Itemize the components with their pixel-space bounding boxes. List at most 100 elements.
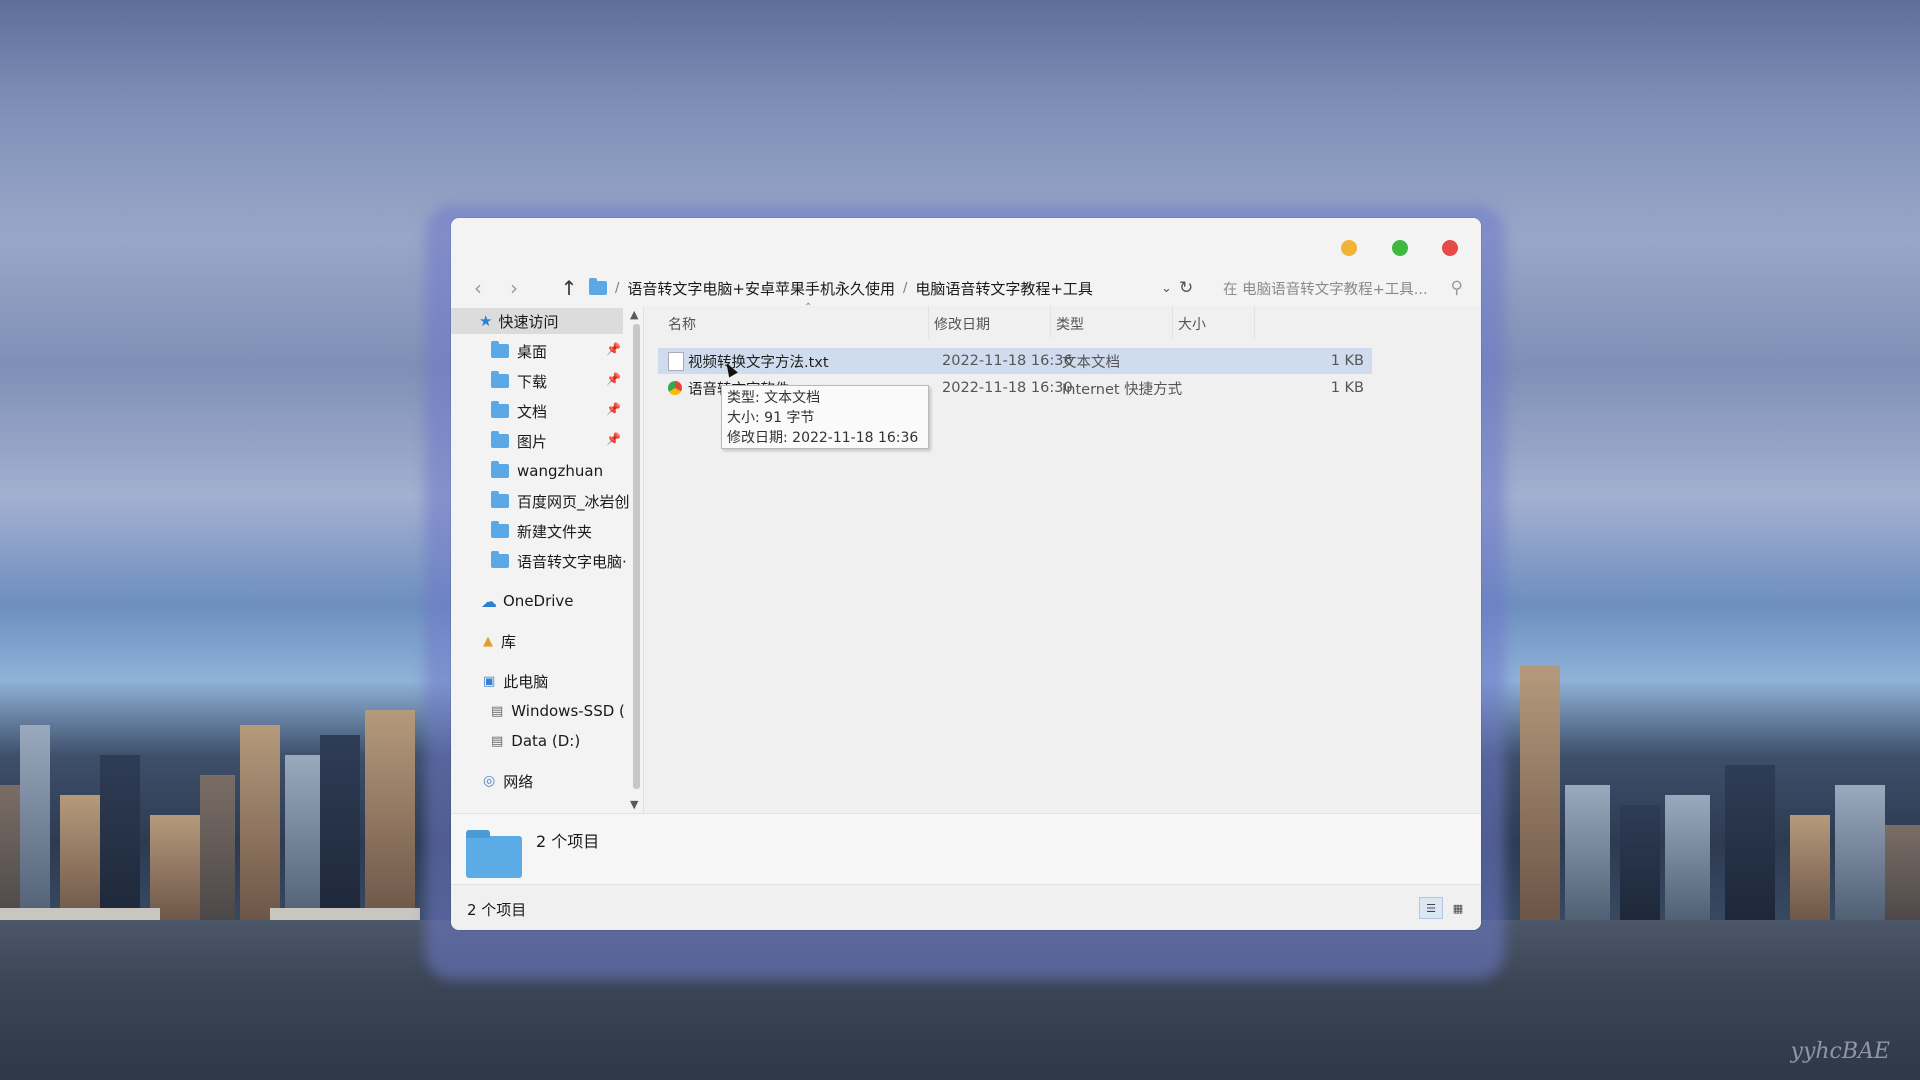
column-name[interactable]: 名称: [668, 314, 696, 334]
navigation-bar: ‹ › ↑ / 语音转文字电脑+安卓苹果手机永久使用 / 电脑语音转文字教程+工…: [451, 270, 1481, 306]
sidebar-item-documents[interactable]: 文档: [491, 398, 547, 424]
drive-icon: ▤: [491, 733, 504, 749]
breadcrumb[interactable]: / 语音转文字电脑+安卓苹果手机永久使用 / 电脑语音转文字教程+工具: [589, 278, 1093, 299]
folder-icon: [491, 371, 509, 388]
sidebar-item-label: 网络: [503, 772, 534, 791]
minimize-button[interactable]: [1341, 240, 1357, 256]
chevron-down-icon[interactable]: ⌄: [1161, 281, 1172, 296]
forward-arrow-icon[interactable]: ›: [499, 273, 529, 303]
sidebar-item-downloads[interactable]: 下载: [491, 368, 547, 394]
sidebar-item-label: Windows-SSD (: [511, 702, 625, 720]
star-icon: ★: [479, 312, 493, 330]
sidebar-item-this-pc[interactable]: ▣ 此电脑: [483, 668, 548, 694]
sort-caret-icon: ⌃: [804, 302, 813, 313]
sidebar-item-label: wangzhuan: [517, 462, 604, 480]
column-divider[interactable]: [1050, 306, 1051, 338]
folder-icon: [589, 278, 607, 295]
pin-icon: 📌: [606, 432, 621, 446]
computer-icon: ▣: [483, 673, 496, 689]
sidebar-item-network[interactable]: ◎ 网络: [483, 768, 533, 794]
back-arrow-icon[interactable]: ‹: [463, 273, 493, 303]
breadcrumb-item[interactable]: 电脑语音转文字教程+工具: [915, 278, 1093, 299]
status-bar: 2 个项目 ☰ ▦: [451, 884, 1481, 930]
sidebar-item-wangzhuan[interactable]: wangzhuan: [491, 458, 629, 484]
title-bar[interactable]: [451, 218, 1481, 270]
library-icon: ▲: [483, 633, 493, 649]
sidebar-item-label: 新建文件夹: [517, 522, 593, 541]
sidebar-item-label: 图片: [517, 432, 548, 451]
sidebar-item-new-folder[interactable]: 新建文件夹: [491, 518, 629, 544]
refresh-icon[interactable]: ↻: [1179, 278, 1193, 298]
folder-icon: [466, 830, 522, 878]
tooltip-type: 类型: 文本文档: [727, 390, 821, 406]
sidebar-item-label: 桌面: [517, 342, 548, 361]
file-tooltip: 类型: 文本文档 大小: 91 字节 修改日期: 2022-11-18 16:3…: [721, 385, 929, 449]
sidebar-item-label: 此电脑: [503, 672, 549, 691]
folder-icon: [491, 521, 509, 538]
search-icon[interactable]: ⚲: [1451, 278, 1463, 298]
drive-icon: ▤: [491, 703, 504, 719]
column-type[interactable]: 类型: [1056, 314, 1084, 334]
cloud-icon: ☁: [481, 591, 497, 611]
status-item-count: 2 个项目: [467, 901, 527, 919]
column-header: 名称 ⌃ 修改日期 类型 大小: [644, 302, 1481, 338]
tooltip-modified: 修改日期: 2022-11-18 16:36: [727, 430, 919, 446]
breadcrumb-separator: /: [902, 280, 908, 296]
network-icon: ◎: [483, 773, 496, 789]
navigation-pane: ★ 快速访问 桌面 📌 下载 📌 文档 📌 图片 📌 wangzhuan 百度网…: [451, 306, 629, 813]
content-area: ★ 快速访问 桌面 📌 下载 📌 文档 📌 图片 📌 wangzhuan 百度网…: [451, 302, 1481, 813]
scroll-down-arrow-icon[interactable]: ▼: [630, 798, 638, 811]
internet-shortcut-icon: [668, 381, 682, 395]
sidebar-item-onedrive[interactable]: ☁ OneDrive: [481, 588, 574, 614]
up-arrow-icon[interactable]: ↑: [554, 273, 584, 303]
sidebar-item-drive-c[interactable]: ▤ Windows-SSD (: [491, 698, 629, 724]
file-list: 名称 ⌃ 修改日期 类型 大小 视频转换文字方法.txt 2022-11-18 …: [643, 302, 1481, 813]
sidebar-item-baidu[interactable]: 百度网页_冰岩创: [491, 488, 629, 514]
maximize-button[interactable]: [1392, 240, 1408, 256]
large-icons-view-icon[interactable]: ▦: [1446, 897, 1470, 919]
file-type: Internet 快捷方式: [1062, 381, 1183, 398]
close-button[interactable]: [1442, 240, 1458, 256]
details-view-icon[interactable]: ☰: [1419, 897, 1443, 919]
sidebar-item-label: 库: [501, 632, 517, 651]
search-placeholder: 在 电脑语音转文字教程+工具...: [1223, 281, 1428, 298]
sidebar-item-pictures[interactable]: 图片: [491, 428, 547, 454]
column-divider[interactable]: [1172, 306, 1173, 338]
sidebar-scrollbar[interactable]: ▲ ▼: [629, 306, 643, 813]
file-type: 文本文档: [1062, 354, 1120, 371]
scrollbar-thumb[interactable]: [633, 324, 640, 789]
signature-watermark: yyhcBAE: [1790, 1039, 1890, 1064]
column-divider[interactable]: [1254, 306, 1255, 338]
tooltip-size: 大小: 91 字节: [727, 410, 815, 426]
details-pane: 2 个项目: [451, 813, 1481, 886]
folder-icon: [491, 341, 509, 358]
search-box[interactable]: 在 电脑语音转文字教程+工具... ⚲: [1223, 278, 1463, 299]
city-skyline-right: [1500, 595, 1920, 925]
sidebar-item-label: 语音转文字电脑·: [517, 552, 627, 571]
sidebar-item-label: Data (D:): [511, 732, 581, 750]
sidebar-item-label: 下载: [517, 372, 548, 391]
text-file-icon: [668, 352, 684, 371]
column-size[interactable]: 大小: [1178, 314, 1206, 334]
sidebar-item-drive-d[interactable]: ▤ Data (D:): [491, 728, 580, 754]
sidebar-item-label: 文档: [517, 402, 548, 421]
folder-icon: [491, 491, 509, 508]
file-size: 1 KB: [1330, 353, 1364, 369]
folder-icon: [491, 461, 509, 478]
column-date[interactable]: 修改日期: [934, 314, 990, 334]
sidebar-item-quick-access[interactable]: ★ 快速访问: [451, 308, 623, 334]
sidebar-item-label: 快速访问: [498, 312, 559, 331]
breadcrumb-separator: /: [615, 280, 620, 296]
scroll-up-arrow-icon[interactable]: ▲: [630, 308, 638, 321]
file-name[interactable]: 视频转换文字方法.txt: [688, 351, 829, 372]
file-date: 2022-11-18 16:30: [942, 380, 1073, 396]
column-divider[interactable]: [928, 306, 929, 338]
folder-icon: [491, 431, 509, 448]
sidebar-item-desktop[interactable]: 桌面: [491, 338, 547, 364]
file-row[interactable]: 视频转换文字方法.txt 2022-11-18 16:36 文本文档 1 KB: [658, 348, 1372, 374]
pin-icon: 📌: [606, 402, 621, 416]
sidebar-item-speech-to-text[interactable]: 语音转文字电脑·: [491, 548, 629, 574]
sidebar-item-library[interactable]: ▲ 库: [483, 628, 516, 654]
breadcrumb-item[interactable]: 语音转文字电脑+安卓苹果手机永久使用: [627, 278, 895, 299]
file-explorer-window: ‹ › ↑ / 语音转文字电脑+安卓苹果手机永久使用 / 电脑语音转文字教程+工…: [451, 218, 1481, 930]
